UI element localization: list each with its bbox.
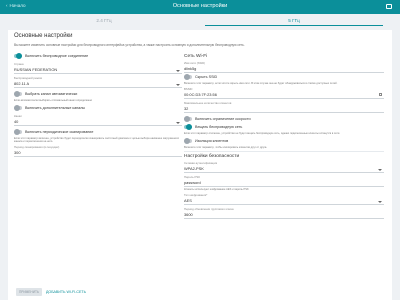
hide-ssid-hint: Включите этот параметр, если хотите скры… [184, 82, 338, 85]
additional-channels-label: Включить дополнительные каналы [25, 106, 86, 110]
wifi-section-title: Сеть Wi-Fi [184, 54, 208, 59]
group-key-field[interactable]: Период обновления группового ключа 3600 [184, 207, 384, 219]
apply-button[interactable]: ПРИМЕНИТЬ [16, 288, 42, 296]
top-bar: ‹ Начало Основные настройки [0, 0, 400, 14]
additional-channels-toggle-row[interactable]: Включить дополнительные каналы [14, 104, 182, 112]
ssid-field[interactable]: Имя сети (SSID) dlink5g [184, 61, 384, 73]
periodic-scan-label: Включить периодическое сканирование [25, 130, 94, 134]
tab-2-4ghz[interactable]: 2.4 ГГц [15, 16, 193, 26]
right-column: Сеть Wi-Fi Имя сети (SSID) dlink5g Скрыт… [184, 52, 384, 219]
client-isolation-switch[interactable] [184, 138, 192, 144]
auto-channel-hint: Если автоматически выбирать оптимальный … [14, 99, 93, 102]
psk-input[interactable]: password [184, 179, 384, 187]
ssid-input[interactable]: dlink5g [184, 65, 384, 73]
tabs: 2.4 ГГц 5 ГГц [0, 14, 400, 28]
hide-ssid-label: Скрыть SSID [195, 75, 218, 79]
settings-card: Основные настройки Вы можете изменить ос… [8, 30, 392, 300]
country-select[interactable]: RUSSIAN FEDERATION [14, 66, 182, 74]
channel-select[interactable]: 40 [14, 118, 182, 126]
limit-speed-toggle-row[interactable]: Включить ограничение скорости [184, 115, 384, 123]
enable-wireless-label: Включить беспроводное соединение [25, 54, 89, 58]
limit-speed-label: Включить ограничение скорости [195, 117, 251, 121]
encryption-field[interactable]: Тип шифрования* AES [184, 193, 384, 205]
group-key-input[interactable]: 3600 [184, 211, 384, 219]
security-section-title: Настройки безопасности [184, 153, 240, 159]
wps-note: Клиенты используют шифрование AES и паро… [184, 187, 249, 191]
auto-channel-switch[interactable] [14, 91, 22, 97]
enable-wireless-switch[interactable] [14, 53, 22, 59]
broadcast-switch[interactable] [184, 124, 192, 130]
add-network-button[interactable]: ДОБАВИТЬ WI-FI-СЕТЬ [46, 288, 86, 296]
country-field[interactable]: Страна RUSSIAN FEDERATION [14, 62, 182, 74]
section-heading: Основные настройки [14, 33, 73, 39]
broadcast-toggle-row[interactable]: Вещать беспроводную сеть [184, 123, 384, 131]
left-column: Включить беспроводное соединение Страна … [14, 52, 182, 157]
client-isolation-label: Изоляция клиентов [195, 139, 229, 143]
section-description: Вы можете изменить основные настройки дл… [14, 43, 245, 47]
auto-channel-label: Выбрать канал автоматически [25, 92, 78, 96]
periodic-scan-switch[interactable] [14, 129, 22, 135]
scan-period-input[interactable]: 300 [14, 149, 182, 157]
psk-field[interactable]: Пароль PSK password [184, 175, 384, 187]
message-icon[interactable] [386, 4, 392, 9]
bssid-value: 00:0C:D3:7F:23:56 [184, 91, 384, 99]
client-isolation-toggle-row[interactable]: Изоляция клиентов [184, 137, 384, 145]
bssid-field: BSSID 00:0C:D3:7F:23:56 [184, 87, 384, 99]
periodic-scan-hint: Если этот параметр включен, устройство б… [14, 137, 180, 143]
channel-field[interactable]: Канал 40 [14, 114, 182, 126]
hide-ssid-toggle-row[interactable]: Скрыть SSID [184, 73, 384, 81]
periodic-scan-toggle-row[interactable]: Включить периодическое сканирование [14, 128, 182, 136]
hide-ssid-switch[interactable] [184, 74, 192, 80]
mode-select[interactable]: 802.11 A [14, 80, 182, 88]
client-isolation-hint: Включите этот параметр, чтобы изолироват… [184, 146, 268, 149]
additional-channels-switch[interactable] [14, 105, 22, 111]
auto-channel-toggle-row[interactable]: Выбрать канал автоматически [14, 90, 182, 98]
enable-wireless-toggle-row[interactable]: Включить беспроводное соединение [14, 52, 182, 60]
scan-period-field[interactable]: Период сканирования (в секундах) 300 [14, 145, 182, 157]
broadcast-hint: Если этот параметр отключен, устройство … [184, 132, 341, 135]
page-title: Основные настройки [172, 3, 228, 9]
encryption-select[interactable]: AES [184, 197, 384, 205]
auth-field[interactable]: Сетевая аутентификация WPA2-PSK [184, 161, 384, 173]
max-clients-field[interactable]: Максимальное количество клиентов 32 [184, 101, 384, 113]
limit-speed-switch[interactable] [184, 116, 192, 122]
mode-field[interactable]: Беспроводной режим 802.11 A [14, 76, 182, 88]
lock-icon [379, 93, 382, 96]
tab-5ghz[interactable]: 5 ГГц [205, 16, 383, 26]
max-clients-input[interactable]: 32 [184, 105, 384, 113]
broadcast-label: Вещать беспроводную сеть [195, 125, 243, 129]
auth-select[interactable]: WPA2-PSK [184, 165, 384, 173]
